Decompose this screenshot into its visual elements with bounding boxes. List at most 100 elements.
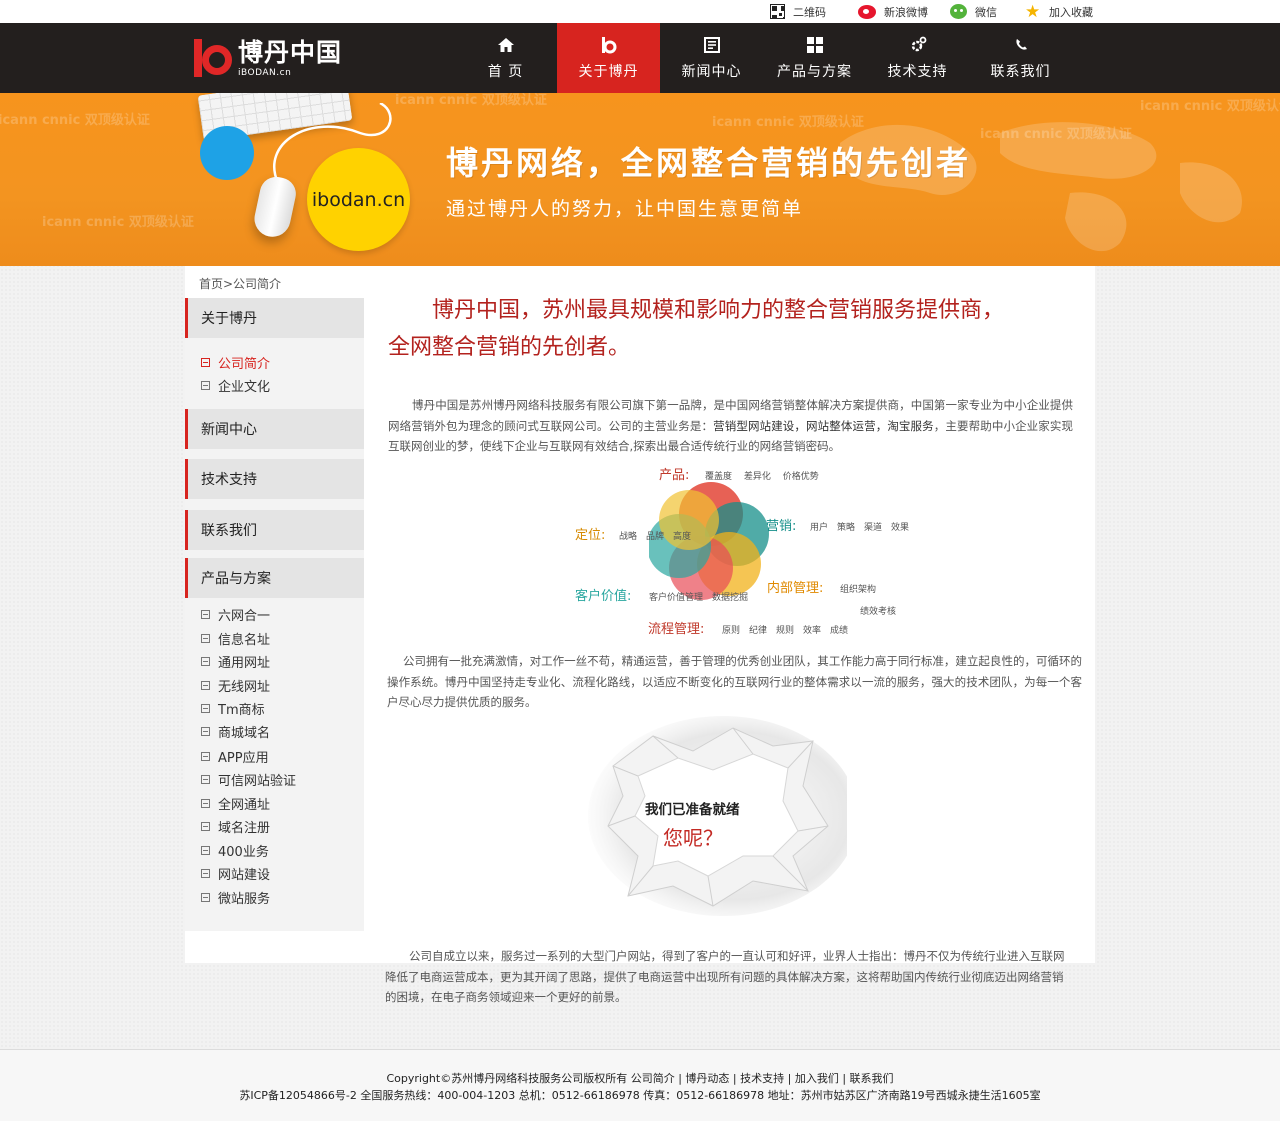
logo-b-mark-icon xyxy=(194,39,232,77)
wechat-label: 微信 xyxy=(975,5,997,19)
wechat-link[interactable]: 微信 xyxy=(950,3,997,20)
sidebar-item-product[interactable]: 通用网址 xyxy=(201,651,270,671)
collapse-box-icon xyxy=(201,845,210,855)
sidebar-item-product[interactable]: 可信网站验证 xyxy=(201,769,296,789)
collapse-box-icon xyxy=(201,656,210,666)
qr-code-icon xyxy=(770,4,785,19)
collapse-box-icon xyxy=(201,774,210,784)
sidebar-item-product[interactable]: APP应用 xyxy=(201,746,269,766)
nav-contact[interactable]: 联系我们 xyxy=(969,23,1072,93)
sidebar-item-product[interactable]: Tm商标 xyxy=(201,698,265,718)
site-footer: Copyright©苏州博丹网络科技服务公司版权所有 公司简介 | 博丹动态 |… xyxy=(0,1050,1280,1121)
content-area: 首页>公司简介 关于博丹 公司简介 企业文化 新闻中心 技术支持 联系我们 产品… xyxy=(185,266,1095,963)
banner-title: 博丹网络，全网整合营销的先创者 xyxy=(446,144,972,182)
hero-banner: icann cnnic 双顶级认证 icann cnnic 双顶级认证 ican… xyxy=(0,93,1280,266)
banner-watermark: icann cnnic 双顶级认证 xyxy=(42,215,194,230)
sidebar-head-about[interactable]: 关于博丹 xyxy=(185,298,364,338)
venn-label-product: 产品: xyxy=(659,468,690,483)
top-utility-bar: 二维码 新浪微博 微信 ★ 加入收藏 xyxy=(0,0,1280,23)
sidebar-item-culture[interactable]: 企业文化 xyxy=(201,375,270,395)
sidebar-item-product[interactable]: 微站服务 xyxy=(201,887,270,907)
footer-link[interactable]: 联系我们 xyxy=(850,1072,894,1085)
nav-products-label: 产品与方案 xyxy=(777,64,852,80)
sidebar-item-product[interactable]: 六网合一 xyxy=(201,604,270,624)
qr-code-link[interactable]: 二维码 xyxy=(770,3,826,20)
blue-circle-graphic xyxy=(200,126,254,180)
logo-name: 博丹中国 xyxy=(238,37,343,67)
collapse-box-icon xyxy=(201,798,210,808)
collapse-box-icon xyxy=(201,680,210,690)
site-logo[interactable]: 博丹中国 iBODAN.cn xyxy=(194,38,342,78)
sidebar-item-product[interactable]: 信息名址 xyxy=(201,628,270,648)
footer-copyright: Copyright©苏州博丹网络科技服务公司版权所有 xyxy=(386,1072,628,1085)
sidebar-item-product[interactable]: 400业务 xyxy=(201,840,269,860)
banner-watermark: icann cnnic 双顶级认证 xyxy=(980,127,1132,142)
collapse-box-icon xyxy=(201,892,210,902)
team-paragraph: 公司拥有一批充满激情，对工作一丝不苟，精通运营，善于管理的优秀创业团队，其工作能… xyxy=(387,654,1082,709)
gear-icon xyxy=(908,35,928,55)
sidebar-head-products[interactable]: 产品与方案 xyxy=(185,558,364,598)
footer-row-links: Copyright©苏州博丹网络科技服务公司版权所有 公司简介 | 博丹动态 |… xyxy=(386,1072,894,1085)
paper-text-ready: 我们已准备就绪 xyxy=(645,802,740,818)
sidebar-item-product[interactable]: 无线网址 xyxy=(201,675,270,695)
footer-link[interactable]: 加入我们 xyxy=(795,1072,839,1085)
add-favorite-link[interactable]: ★ 加入收藏 xyxy=(1025,3,1093,20)
footer-link[interactable]: 技术支持 xyxy=(740,1072,784,1085)
star-icon: ★ xyxy=(1025,1,1041,22)
footer-info: 苏ICP备12054866号-2 全国服务热线：400-004-1203 总机：… xyxy=(239,1089,1041,1102)
sidebar-item-product[interactable]: 商城域名 xyxy=(201,721,270,741)
sidebar-item-product[interactable]: 域名注册 xyxy=(201,816,270,836)
nav-about[interactable]: 关于博丹 xyxy=(557,23,660,93)
paper-text-you: 您呢？ xyxy=(663,826,723,850)
venn-sub-customer: 客户价值管理 数据挖掘 xyxy=(649,593,749,603)
nav-contact-label: 联系我们 xyxy=(990,64,1051,80)
venn-diagram: 产品: 覆盖度 差异化 价格优势 定位: 战略 品牌 高度 营销: 用户 策略 … xyxy=(555,464,909,637)
sidebar-item-product[interactable]: 全网通址 xyxy=(201,793,270,813)
breadcrumb[interactable]: 首页>公司简介 xyxy=(199,275,281,292)
sidebar-head-tech[interactable]: 技术支持 xyxy=(185,459,364,499)
sidebar-item-company-profile[interactable]: 公司简介 xyxy=(201,352,270,372)
domain-badge-text: ibodan.cn xyxy=(311,188,406,211)
sidebar: 关于博丹 公司简介 企业文化 新闻中心 技术支持 联系我们 产品与方案 六网合一… xyxy=(185,298,364,931)
collapse-box-icon xyxy=(201,821,210,831)
footer-link[interactable]: 博丹动态 xyxy=(685,1072,729,1085)
nav-products[interactable]: 产品与方案 xyxy=(763,23,866,93)
nav-news[interactable]: 新闻中心 xyxy=(660,23,763,93)
venn-sub-internal-1: 组织架构 xyxy=(840,585,877,595)
venn-label-marketing: 营销: xyxy=(766,519,797,534)
grid-icon xyxy=(805,35,825,55)
weibo-icon xyxy=(858,4,876,19)
mouse-graphic xyxy=(251,173,299,241)
banner-watermark: icann cnnic 双顶级认证 xyxy=(712,115,864,130)
logo-b-icon xyxy=(599,35,619,55)
sidebar-head-news[interactable]: 新闻中心 xyxy=(185,409,364,449)
nav-news-label: 新闻中心 xyxy=(681,64,742,80)
collapse-box-icon xyxy=(201,380,210,390)
torn-paper-graphic: 我们已准备就绪 您呢？ xyxy=(583,706,847,918)
collapse-box-icon xyxy=(201,751,210,761)
logo-sub: iBODAN.cn xyxy=(238,67,292,78)
collapse-box-icon xyxy=(201,357,210,367)
main-article: 博丹中国，苏州最具规模和影响力的整合营销服务提供商， 全网整合营销的先创者。 博… xyxy=(385,266,1085,963)
venn-sub-product: 覆盖度 差异化 价格优势 xyxy=(705,472,819,482)
nav-tech[interactable]: 技术支持 xyxy=(866,23,969,93)
nav-home[interactable]: 首 页 xyxy=(454,23,557,93)
venn-label-process: 流程管理: xyxy=(648,622,705,637)
closing-paragraph: 公司自成立以来，服务过一系列的大型门户网站，得到了客户的一直认可和好评，业界人士… xyxy=(385,949,1065,1004)
wechat-icon xyxy=(950,4,967,19)
banner-watermark: icann cnnic 双顶级认证 xyxy=(0,113,150,128)
weibo-label: 新浪微博 xyxy=(884,5,928,19)
collapse-box-icon xyxy=(201,633,210,643)
footer-link[interactable]: 公司简介 xyxy=(631,1072,675,1085)
article-headline: 博丹中国，苏州最具规模和影响力的整合营销服务提供商， 全网整合营销的先创者。 xyxy=(388,298,1005,360)
site-header: 博丹中国 iBODAN.cn 首 页 关于博丹 新闻中心 产品与方案 技术支持 … xyxy=(0,23,1280,93)
home-icon xyxy=(496,35,516,55)
sidebar-head-contact[interactable]: 联系我们 xyxy=(185,510,364,550)
news-icon xyxy=(702,35,722,55)
qr-code-label: 二维码 xyxy=(793,5,826,19)
weibo-link[interactable]: 新浪微博 xyxy=(858,3,928,20)
domain-badge: ibodan.cn xyxy=(307,148,410,251)
collapse-box-icon xyxy=(201,726,210,736)
sidebar-item-product[interactable]: 网站建设 xyxy=(201,863,270,883)
venn-sub-marketing: 用户 策略 渠道 效果 xyxy=(810,523,910,533)
